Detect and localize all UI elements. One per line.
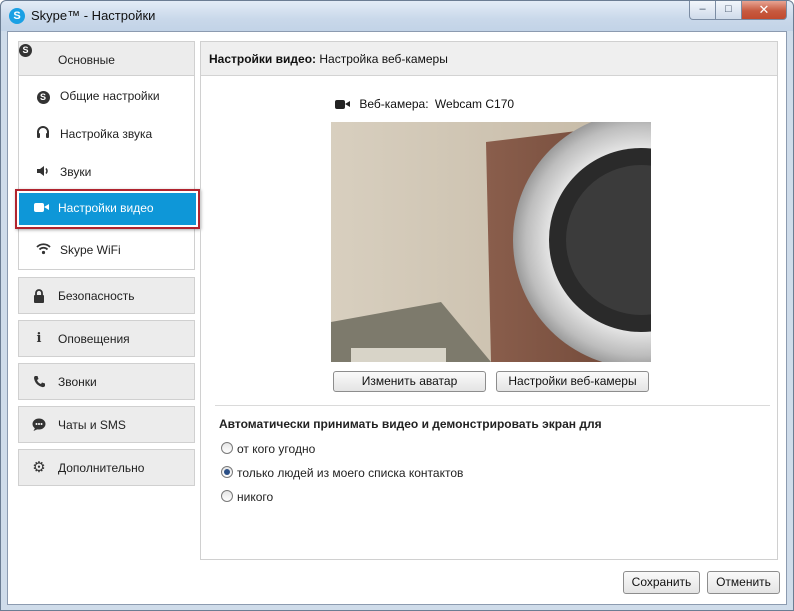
sidebar-item-label: Настройка звука: [60, 127, 153, 141]
lock-icon: [32, 289, 46, 303]
change-avatar-button[interactable]: Изменить аватар: [333, 371, 486, 392]
group-security[interactable]: Безопасность: [18, 277, 195, 314]
client-area: S Основные S Общие настройки Настройка з…: [7, 31, 787, 605]
settings-window: S Skype™ - Настройки – □ ✕ S Основные S …: [0, 0, 794, 611]
radio-label: никого: [237, 490, 274, 504]
info-icon: i: [36, 331, 42, 346]
group-label: Дополнительно: [58, 461, 145, 475]
save-button[interactable]: Сохранить: [623, 571, 700, 594]
group-label: Чаты и SMS: [58, 418, 126, 432]
group-general-expanded: S Основные S Общие настройки Настройка з…: [15, 41, 200, 270]
group-general-label: Основные: [58, 53, 115, 67]
group-calls[interactable]: Звонки: [18, 363, 195, 400]
minimize-button[interactable]: –: [689, 1, 716, 20]
phone-icon: [32, 375, 46, 389]
window-controls: – □ ✕: [689, 1, 787, 20]
window-title: Skype™ - Настройки: [31, 8, 156, 23]
sidebar-item-general-settings[interactable]: S Общие настройки: [19, 77, 194, 115]
webcam-settings-button[interactable]: Настройки веб-камеры: [496, 371, 649, 392]
page-title-subsection: Настройка веб-камеры: [319, 52, 448, 66]
group-notifications[interactable]: i Оповещения: [18, 320, 195, 357]
page-title-section: Настройки видео:: [209, 52, 317, 66]
group-label: Безопасность: [58, 289, 135, 303]
sidebar-item-video-settings[interactable]: Настройки видео: [15, 189, 200, 229]
skype-icon: S: [35, 88, 51, 104]
cancel-button[interactable]: Отменить: [707, 571, 780, 594]
sidebar-item-label: Skype WiFi: [60, 243, 121, 257]
auto-accept-title: Автоматически принимать видео и демонстр…: [219, 417, 602, 431]
radio-label: только людей из моего списка контактов: [237, 466, 464, 480]
skype-icon: S: [19, 42, 32, 57]
title-bar[interactable]: S Skype™ - Настройки – □ ✕: [1, 1, 793, 31]
webcam-info: Веб-камера: Webcam C170: [335, 97, 514, 111]
close-button[interactable]: ✕: [742, 1, 787, 20]
group-advanced[interactable]: ⚙ Дополнительно: [18, 449, 195, 486]
group-chats-sms[interactable]: Чаты и SMS: [18, 406, 195, 443]
skype-app-icon: S: [9, 8, 25, 24]
page-title: Настройки видео: Настройка веб-камеры: [201, 42, 777, 76]
sidebar-item-label: Общие настройки: [60, 89, 160, 103]
group-general[interactable]: S Основные: [19, 42, 194, 76]
webcam-name: Webcam C170: [434, 97, 515, 111]
camera-icon: [335, 100, 350, 109]
camera-icon: [33, 200, 49, 216]
gear-icon: ⚙: [32, 459, 46, 476]
radio-button[interactable]: [221, 442, 233, 454]
sidebar-item-label: Звуки: [60, 165, 92, 179]
video-settings-panel: Настройки видео: Настройка веб-камеры Ве…: [200, 41, 778, 560]
group-label: Звонки: [58, 375, 97, 389]
sidebar-item-sounds[interactable]: Звуки: [19, 153, 194, 191]
speaker-icon: [35, 164, 51, 180]
webcam-preview: [331, 122, 651, 362]
sidebar-item-label: Настройки видео: [58, 201, 154, 215]
radio-button[interactable]: [221, 490, 233, 502]
radio-button[interactable]: [221, 466, 233, 478]
wifi-icon: [35, 242, 51, 258]
webcam-label: Веб-камера:: [359, 97, 429, 111]
group-label: Оповещения: [58, 332, 130, 346]
maximize-button[interactable]: □: [716, 1, 742, 20]
headset-icon: [35, 126, 51, 142]
chat-icon: [32, 418, 46, 432]
sidebar-item-audio-settings[interactable]: Настройка звука: [19, 115, 194, 153]
sidebar-item-skype-wifi[interactable]: Skype WiFi: [19, 231, 194, 269]
divider: [215, 405, 770, 406]
settings-sidebar: S Основные S Общие настройки Настройка з…: [15, 41, 200, 492]
radio-label: от кого угодно: [237, 442, 316, 456]
